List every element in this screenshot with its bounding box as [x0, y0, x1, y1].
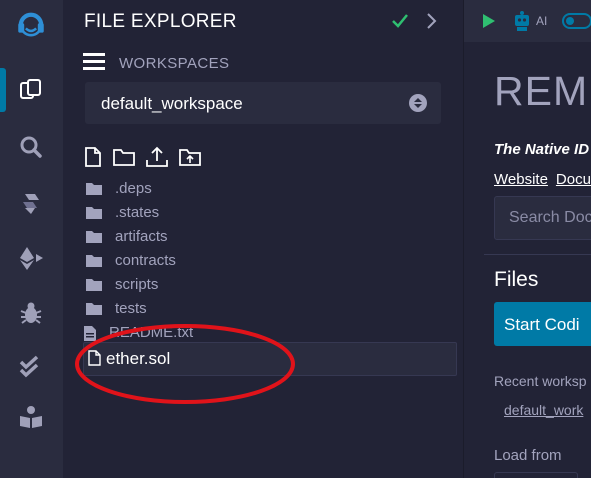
- learneth-icon[interactable]: [14, 400, 48, 434]
- new-file-row: [83, 342, 457, 376]
- folder-icon: [85, 253, 103, 274]
- docs-search-input[interactable]: Search Doc: [494, 196, 591, 240]
- tree-item-label: tests: [115, 300, 147, 317]
- search-icon[interactable]: [14, 130, 48, 164]
- unit-testing-icon[interactable]: [14, 350, 48, 384]
- tree-item-label: README.txt: [109, 324, 194, 341]
- active-indicator: [0, 68, 6, 112]
- folder-icon: [85, 277, 103, 298]
- top-toolbar: AI: [464, 0, 591, 42]
- search-placeholder: Search Doc: [509, 209, 591, 226]
- tree-item-folder[interactable]: contracts: [83, 250, 463, 274]
- ai-icon[interactable]: [512, 10, 532, 37]
- home-links: Website Docu: [494, 171, 591, 188]
- file-toolbar: [83, 146, 202, 173]
- chevron-right-icon[interactable]: [425, 12, 439, 35]
- recent-workspace-link[interactable]: default_work: [504, 402, 583, 418]
- new-folder-icon[interactable]: [112, 146, 136, 173]
- publish-icon[interactable]: [145, 146, 169, 173]
- home-title: REMI: [494, 68, 591, 114]
- website-link[interactable]: Website: [494, 171, 548, 188]
- start-coding-label: Start Codi: [504, 315, 580, 334]
- divider: [484, 254, 591, 255]
- tree-item-label: contracts: [115, 252, 176, 269]
- load-from-label: Load from: [494, 447, 562, 464]
- workspace-select-value: default_workspace: [101, 94, 243, 113]
- deploy-run-icon[interactable]: [14, 241, 48, 275]
- file-explorer-panel: FILE EXPLORER WORKSPACES default_workspa…: [63, 0, 464, 478]
- hamburger-menu-icon[interactable]: [83, 52, 105, 75]
- new-file-name-input[interactable]: [106, 347, 426, 371]
- tree-item-label: .deps: [115, 180, 152, 197]
- workspace-select[interactable]: default_workspace: [85, 82, 441, 124]
- files-heading: Files: [494, 268, 539, 291]
- home-tagline: The Native ID: [494, 141, 590, 158]
- folder-icon: [85, 205, 103, 226]
- tree-item-folder[interactable]: .states: [83, 202, 463, 226]
- panel-title: FILE EXPLORER: [84, 11, 237, 32]
- solidity-compiler-icon[interactable]: [14, 186, 48, 220]
- ai-label: AI: [536, 14, 548, 28]
- folder-icon: [85, 301, 103, 322]
- tree-item-folder[interactable]: .deps: [83, 178, 463, 202]
- tree-item-folder[interactable]: artifacts: [83, 226, 463, 250]
- remix-logo-icon[interactable]: [14, 8, 48, 42]
- folder-icon: [85, 181, 103, 202]
- check-icon: [391, 12, 409, 35]
- recent-workspaces-label: Recent worksp: [494, 373, 587, 389]
- docs-link[interactable]: Docu: [556, 171, 591, 188]
- tree-item-label: artifacts: [115, 228, 168, 245]
- new-file-icon[interactable]: [83, 146, 103, 173]
- tree-item-label: scripts: [115, 276, 159, 293]
- home-tab: AI REMI The Native ID Website Docu Search…: [464, 0, 591, 478]
- file-explorer-icon[interactable]: [14, 73, 48, 107]
- load-from-button[interactable]: [494, 472, 578, 478]
- tree-item-label: .states: [115, 204, 160, 221]
- toggle-icon[interactable]: [562, 13, 591, 34]
- icon-panel: [0, 0, 64, 478]
- workspaces-label: WORKSPACES: [119, 55, 230, 72]
- file-icon: [88, 350, 101, 371]
- run-icon[interactable]: [482, 13, 496, 34]
- tree-item-folder[interactable]: tests: [83, 298, 463, 322]
- start-coding-button[interactable]: Start Codi: [494, 302, 591, 346]
- upload-folder-icon[interactable]: [178, 146, 202, 173]
- debugger-icon[interactable]: [14, 296, 48, 330]
- select-arrows-icon: [409, 94, 427, 117]
- tree-item-folder[interactable]: scripts: [83, 274, 463, 298]
- folder-icon: [85, 229, 103, 250]
